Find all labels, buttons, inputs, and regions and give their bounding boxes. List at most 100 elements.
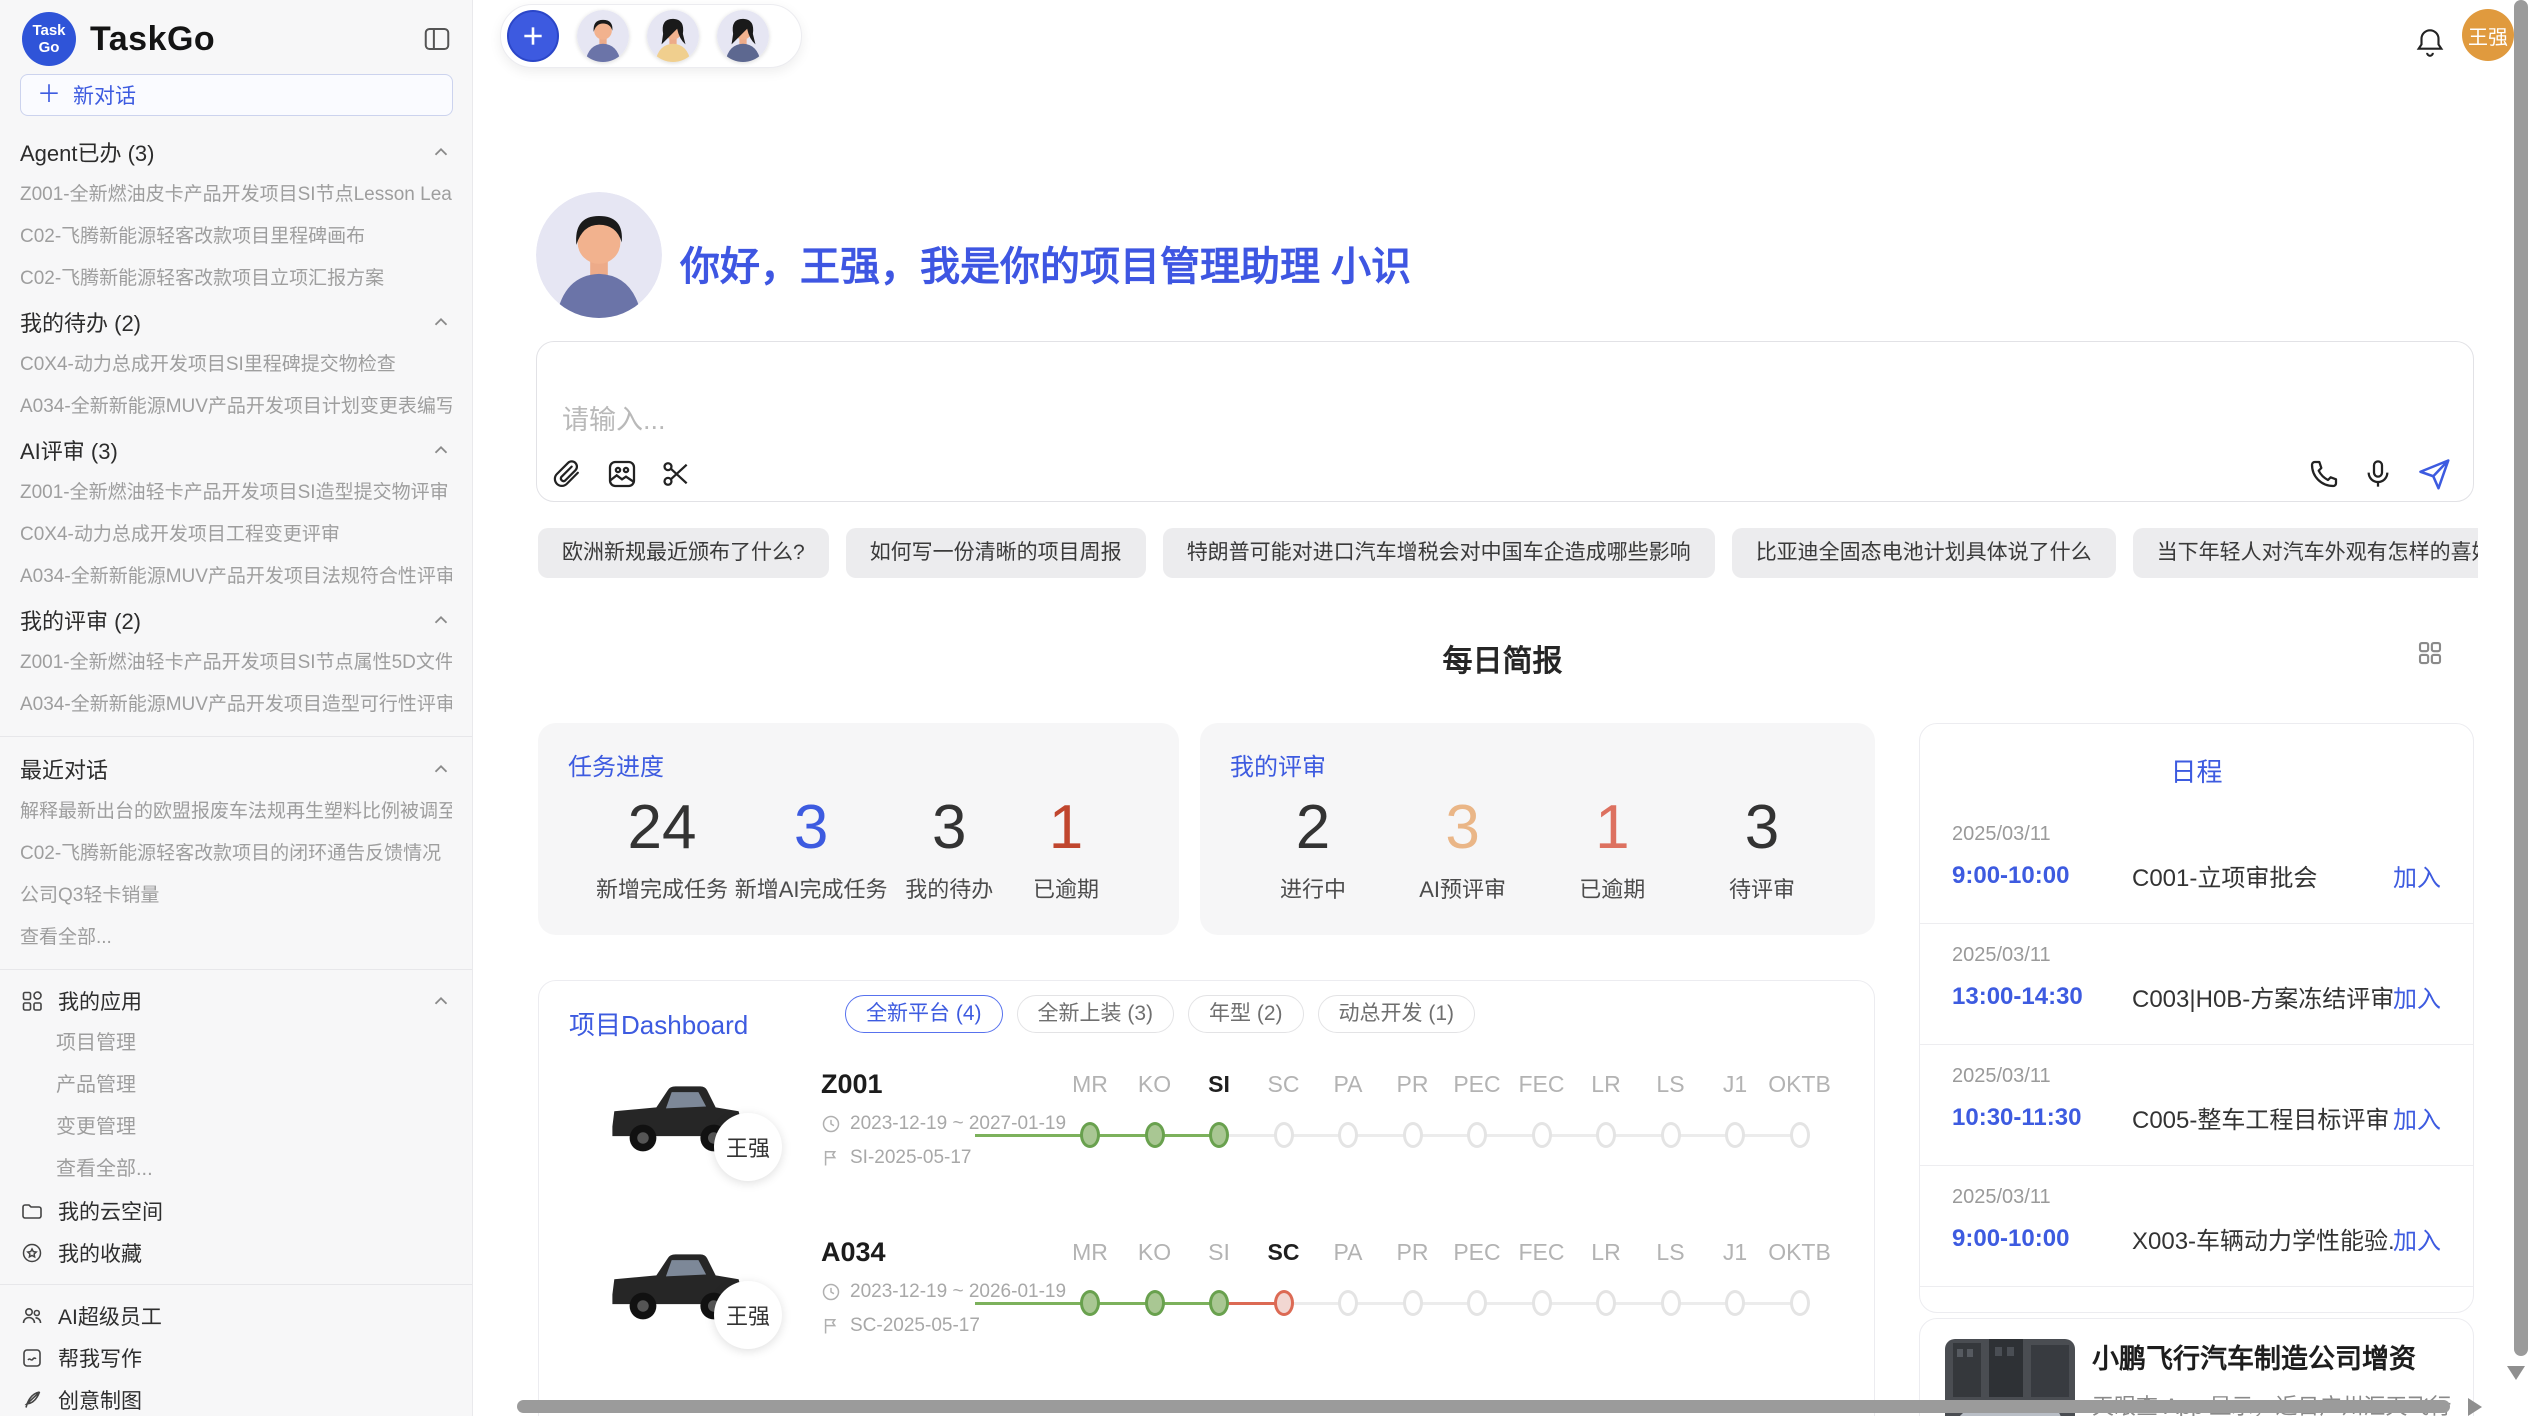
app-link-item[interactable]: 项目管理 — [20, 1022, 452, 1064]
milestone-dot[interactable] — [1725, 1290, 1745, 1316]
sidebar-task-item[interactable]: Z001-全新燃油轻卡产品开发项目SI节点属性5D文件评审 — [20, 642, 452, 684]
milestone-dot[interactable] — [1403, 1290, 1423, 1316]
sidebar-item-badge-star[interactable]: 我的收藏 — [20, 1232, 452, 1274]
recent-chat-item[interactable]: 解释最新出台的欧盟报废车法规再生塑料比例被调至15%... — [20, 791, 452, 833]
milestone-dot[interactable] — [1209, 1290, 1229, 1316]
join-meeting-link[interactable]: 加入 — [2393, 1221, 2441, 1256]
milestone-dot[interactable] — [1661, 1290, 1681, 1316]
milestone-dot[interactable] — [1209, 1122, 1229, 1148]
microphone-icon[interactable] — [2362, 458, 2394, 490]
sidebar-task-item[interactable]: C0X4-动力总成开发项目工程变更评审 — [20, 514, 452, 556]
sidebar-task-item[interactable]: A034-全新新能源MUV产品开发项目造型可行性评审 — [20, 684, 452, 726]
milestone-dot[interactable] — [1532, 1290, 1552, 1316]
milestone-dot[interactable] — [1725, 1122, 1745, 1148]
view-all-apps-link[interactable]: 查看全部... — [20, 1148, 452, 1190]
chat-input[interactable] — [536, 341, 2474, 502]
sidebar-section-header[interactable]: 我的评审 (2) — [20, 598, 452, 642]
user-avatar[interactable]: 王强 — [2462, 9, 2514, 61]
suggestion-chip[interactable]: 比亚迪全固态电池计划具体说了什么 — [1732, 528, 2116, 578]
dashboard-tab[interactable]: 动总开发 (1) — [1318, 995, 1476, 1033]
app-link-item[interactable]: 变更管理 — [20, 1106, 452, 1148]
sidebar-item-cloud-folder[interactable]: 我的云空间 — [20, 1190, 452, 1232]
milestone-dot[interactable] — [1145, 1290, 1165, 1316]
stat-item[interactable]: 3待评审 — [1707, 794, 1817, 904]
suggestion-chip[interactable]: 特朗普可能对进口汽车增税会对中国车企造成哪些影响 — [1163, 528, 1715, 578]
sidebar-task-item[interactable]: C02-飞腾新能源轻客改款项目立项汇报方案 — [20, 258, 452, 300]
view-all-schedule-link[interactable]: 查看所有日程 — [1920, 1307, 2473, 1313]
sidebar-section-header[interactable]: 我的待办 (2) — [20, 300, 452, 344]
scissors-icon[interactable] — [660, 458, 692, 490]
sidebar-tool-item[interactable]: 创意制图 — [20, 1379, 452, 1416]
sidebar-section-header[interactable]: Agent已办 (3) — [20, 130, 452, 174]
stat-item[interactable]: 24新增完成任务 — [596, 794, 728, 904]
join-meeting-link[interactable]: 加入 — [2393, 979, 2441, 1014]
chevron-up-icon[interactable] — [430, 758, 452, 780]
milestone-dot[interactable] — [1274, 1290, 1294, 1316]
sidebar-task-item[interactable]: Z001-全新燃油皮卡产品开发项目SI节点Lesson Learn报告 — [20, 174, 452, 216]
milestone-dot[interactable] — [1403, 1122, 1423, 1148]
view-all-recent-link[interactable]: 查看全部... — [20, 917, 452, 959]
sidebar-task-item[interactable]: Z001-全新燃油轻卡产品开发项目SI造型提交物评审 — [20, 472, 452, 514]
chevron-up-icon[interactable] — [430, 609, 452, 631]
milestone-dot[interactable] — [1532, 1122, 1552, 1148]
milestone-dot[interactable] — [1596, 1290, 1616, 1316]
chevron-up-icon[interactable] — [430, 990, 452, 1012]
join-meeting-link[interactable]: 加入 — [2393, 858, 2441, 893]
stat-item[interactable]: 3新增AI完成任务 — [735, 794, 888, 904]
milestone-dot[interactable] — [1080, 1290, 1100, 1316]
scroll-down-arrow-icon[interactable] — [2507, 1366, 2525, 1380]
sidebar-collapse-icon[interactable] — [422, 24, 452, 54]
agent-avatar-2[interactable] — [647, 10, 699, 62]
sidebar-task-item[interactable]: A034-全新新能源MUV产品开发项目计划变更表编写 — [20, 386, 452, 428]
stat-item[interactable]: 1已逾期 — [1557, 794, 1667, 904]
send-icon[interactable] — [2416, 456, 2452, 492]
dashboard-tab[interactable]: 全新上装 (3) — [1017, 995, 1175, 1033]
new-chat-button[interactable]: ＋ 新对话 — [20, 74, 453, 116]
milestone-dot[interactable] — [1661, 1122, 1681, 1148]
recent-chat-item[interactable]: C02-飞腾新能源轻客改款项目的闭环通告反馈情况 — [20, 833, 452, 875]
notification-bell-icon[interactable] — [2413, 26, 2447, 60]
chevron-up-icon[interactable] — [430, 141, 452, 163]
join-meeting-link[interactable]: 加入 — [2393, 1100, 2441, 1135]
sidebar-task-item[interactable]: C02-飞腾新能源轻客改款项目里程碑画布 — [20, 216, 452, 258]
project-row[interactable]: 王强A0342023-12-19 ~ 2026-01-19SC-2025-05-… — [539, 1225, 1874, 1393]
briefing-grid-icon[interactable] — [2415, 638, 2445, 668]
dashboard-tab[interactable]: 年型 (2) — [1188, 995, 1304, 1033]
milestone-dot[interactable] — [1596, 1122, 1616, 1148]
sidebar-tool-item[interactable]: AI超级员工 — [20, 1295, 452, 1337]
chevron-up-icon[interactable] — [430, 439, 452, 461]
sidebar-item-my-apps[interactable]: 我的应用 — [20, 980, 452, 1022]
stat-item[interactable]: 3我的待办 — [894, 794, 1004, 904]
project-row[interactable]: 王强Z0012023-12-19 ~ 2027-01-19SI-2025-05-… — [539, 1057, 1874, 1225]
vertical-scrollbar[interactable] — [2514, 0, 2528, 1356]
app-link-item[interactable]: 产品管理 — [20, 1064, 452, 1106]
milestone-dot[interactable] — [1467, 1290, 1487, 1316]
suggestion-chip[interactable]: 如何写一份清晰的项目周报 — [846, 528, 1146, 578]
add-agent-button[interactable] — [507, 10, 559, 62]
stat-item[interactable]: 1已逾期 — [1011, 794, 1121, 904]
milestone-dot[interactable] — [1080, 1122, 1100, 1148]
sidebar-task-item[interactable]: C0X4-动力总成开发项目SI里程碑提交物检查 — [20, 344, 452, 386]
stat-item[interactable]: 2进行中 — [1258, 794, 1368, 904]
scroll-right-arrow-icon[interactable] — [2468, 1398, 2482, 1416]
suggestion-chip[interactable]: 欧洲新规最近颁布了什么? — [538, 528, 829, 578]
dashboard-tab[interactable]: 全新平台 (4) — [845, 995, 1003, 1033]
recent-chat-item[interactable]: 公司Q3轻卡销量 — [20, 875, 452, 917]
milestone-dot[interactable] — [1274, 1122, 1294, 1148]
stat-item[interactable]: 3AI预评审 — [1408, 794, 1518, 904]
milestone-dot[interactable] — [1145, 1122, 1165, 1148]
milestone-dot[interactable] — [1790, 1122, 1810, 1148]
agent-avatar-1[interactable] — [577, 10, 629, 62]
image-icon[interactable] — [606, 458, 638, 490]
milestone-dot[interactable] — [1338, 1122, 1358, 1148]
milestone-dot[interactable] — [1467, 1122, 1487, 1148]
phone-call-icon[interactable] — [2308, 458, 2340, 490]
horizontal-scrollbar[interactable] — [517, 1400, 2450, 1413]
sidebar-section-header[interactable]: AI评审 (3) — [20, 428, 452, 472]
attachment-icon[interactable] — [552, 458, 584, 490]
milestone-dot[interactable] — [1790, 1290, 1810, 1316]
agent-avatar-3[interactable] — [717, 10, 769, 62]
chevron-up-icon[interactable] — [430, 311, 452, 333]
sidebar-task-item[interactable]: A034-全新新能源MUV产品开发项目法规符合性评审 — [20, 556, 452, 598]
sidebar-tool-item[interactable]: 帮我写作 — [20, 1337, 452, 1379]
